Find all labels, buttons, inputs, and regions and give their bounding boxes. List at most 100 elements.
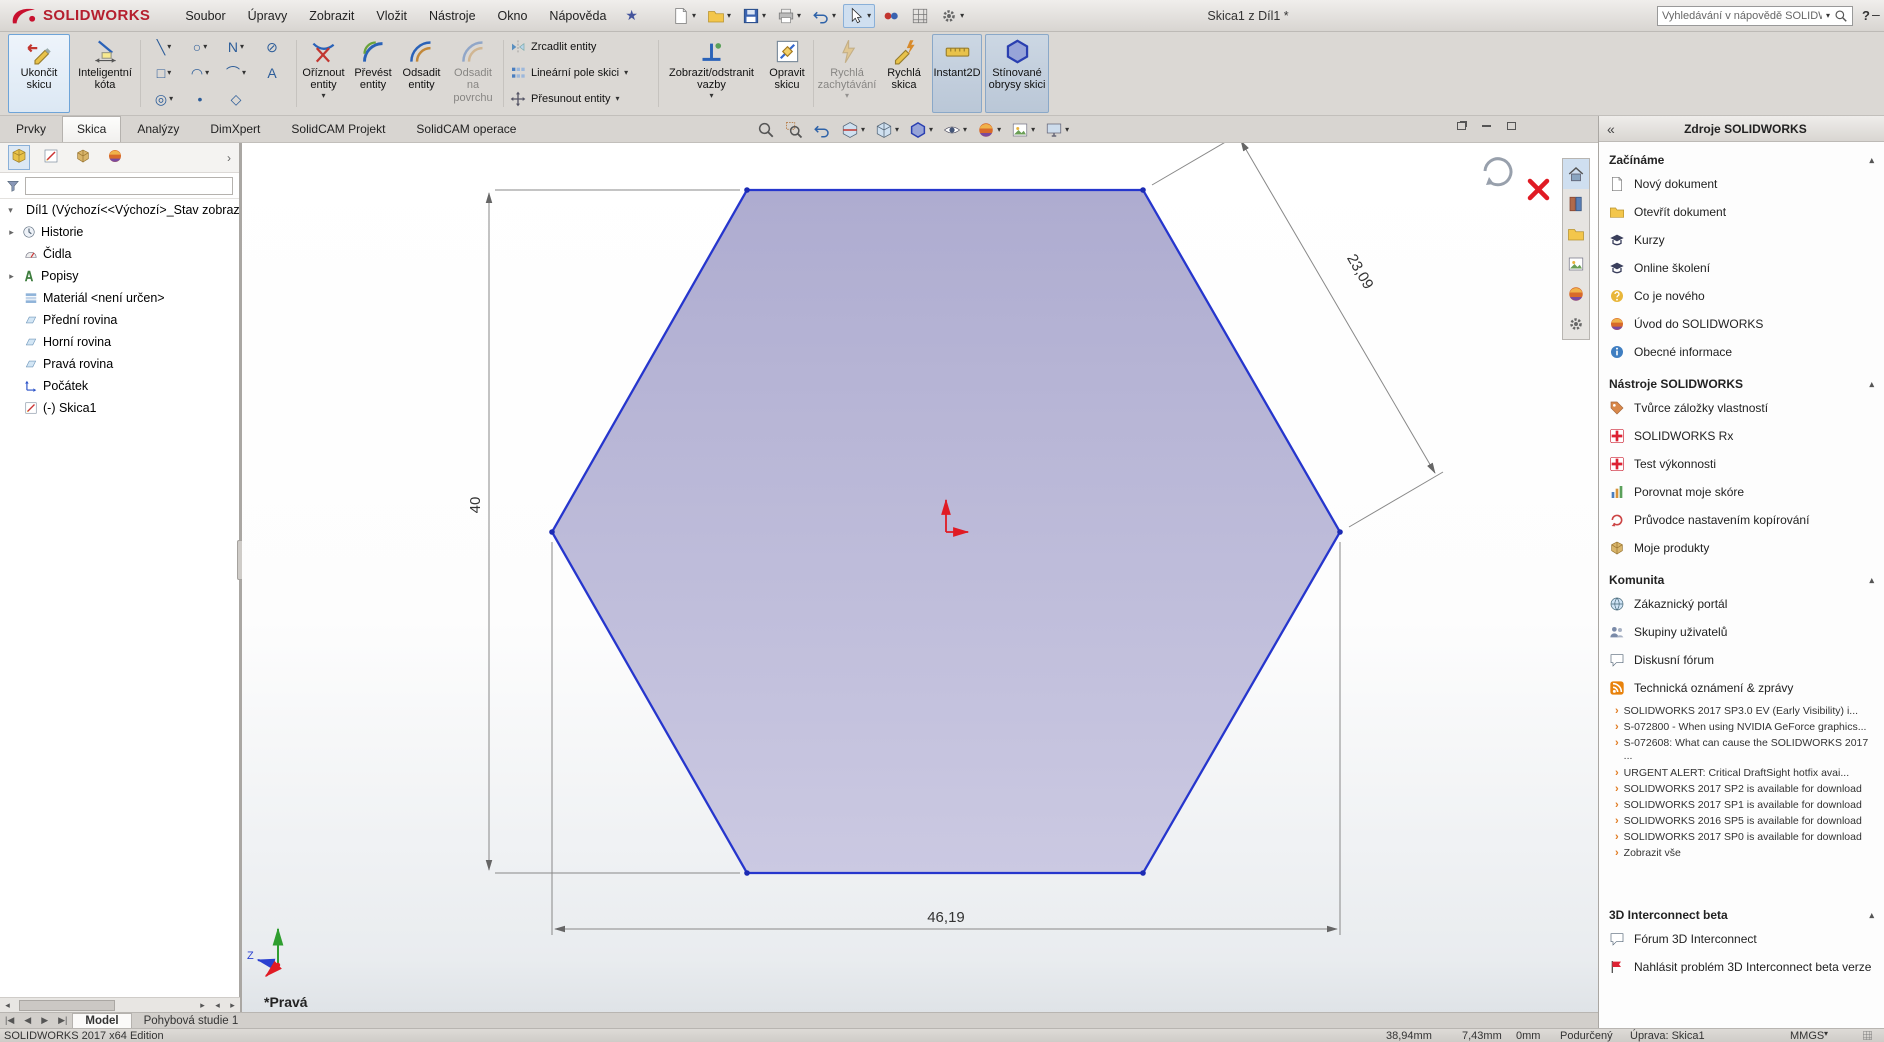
tree-filter-input[interactable]	[25, 177, 233, 195]
news-item[interactable]: ›SOLIDWORKS 2017 SP0 is available for do…	[1599, 831, 1884, 845]
tab-solidcam-projekt[interactable]: SolidCAM Projekt	[276, 116, 400, 142]
window-minimize-button[interactable]: –	[1872, 6, 1884, 22]
dropdown-caret-icon[interactable]: ▾	[205, 69, 209, 77]
status-panel-icon[interactable]	[1862, 1030, 1873, 1041]
dropdown-caret-icon[interactable]: ▾	[929, 126, 933, 134]
tab-model[interactable]: Model	[72, 1013, 131, 1028]
news-item[interactable]: ›SOLIDWORKS 2017 SP2 is available for do…	[1599, 783, 1884, 797]
view-orientation-button[interactable]: ▾	[873, 120, 901, 140]
dropdown-caret-icon[interactable]: ▾	[861, 126, 865, 134]
dropdown-caret-icon[interactable]: ▾	[169, 95, 173, 103]
link-customer-portal[interactable]: Zákaznický portál	[1599, 590, 1884, 618]
link-performance-test[interactable]: Test výkonnosti	[1599, 450, 1884, 478]
help-search-box[interactable]: ▾	[1657, 6, 1853, 26]
tree-item-sketch1[interactable]: (-) Skica1	[0, 397, 239, 419]
filter-funnel-icon[interactable]	[6, 179, 20, 193]
scroll-right-icon[interactable]: ▸	[195, 1000, 210, 1011]
chevron-up-icon[interactable]: ▴	[1869, 575, 1874, 586]
zoom-to-fit-button[interactable]	[755, 120, 777, 140]
tab-prvky[interactable]: Prvky	[1, 116, 61, 142]
prev-tab-icon[interactable]: ◀	[19, 1015, 36, 1026]
link-introduction[interactable]: Úvod do SOLIDWORKS	[1599, 310, 1884, 338]
display-delete-relations-button[interactable]: Zobrazit/odstranit vazby ▾	[663, 34, 760, 113]
dropdown-caret-icon[interactable]: ▾	[624, 69, 628, 77]
dropdown-caret-icon[interactable]: ▾	[1065, 126, 1069, 134]
tab-motion-study[interactable]: Pohybová studie 1	[132, 1013, 251, 1028]
menu-nastroje[interactable]: Nástroje	[418, 3, 487, 29]
news-item[interactable]: ›SOLIDWORKS 2016 SP5 is available for do…	[1599, 815, 1884, 829]
dropdown-caret-icon[interactable]: ▾	[963, 126, 967, 134]
search-scope-caret-icon[interactable]: ▾	[1826, 12, 1830, 20]
expand-caret-icon[interactable]: ▾	[5, 205, 16, 216]
dropdown-caret-icon[interactable]: ▾	[960, 12, 964, 20]
link-online-training[interactable]: Online školení	[1599, 254, 1884, 282]
news-item[interactable]: ›URGENT ALERT: Critical DraftSight hotfi…	[1599, 767, 1884, 781]
panel-expand-chevron-icon[interactable]: ›	[227, 151, 231, 165]
section-view-button[interactable]: ▾	[839, 120, 867, 140]
link-general-info[interactable]: Obecné informace	[1599, 338, 1884, 366]
link-open-document[interactable]: Otevřít dokument	[1599, 198, 1884, 226]
view-settings-button[interactable]: ▾	[1043, 120, 1071, 140]
dropdown-caret-icon[interactable]: ▾	[167, 69, 171, 77]
dropdown-caret-icon[interactable]: ▾	[242, 69, 246, 77]
dropdown-caret-icon[interactable]: ▾	[321, 92, 325, 100]
dropdown-caret-icon[interactable]: ▾	[167, 43, 171, 51]
view-palette-tab[interactable]	[1563, 249, 1589, 279]
doc-restore-button[interactable]	[1455, 120, 1468, 132]
menu-napoveda[interactable]: Nápověda	[538, 3, 617, 29]
spline-tool-button[interactable]: N▾	[218, 34, 254, 60]
link-3d-interconnect-report[interactable]: Nahlásit problém 3D Interconnect beta ve…	[1599, 953, 1884, 981]
splitter-right-icon[interactable]: ▸	[225, 1000, 240, 1011]
section-header-community[interactable]: Komunita ▴	[1599, 570, 1884, 590]
link-whats-new[interactable]: Co je nového	[1599, 282, 1884, 310]
link-new-document[interactable]: Nový dokument	[1599, 170, 1884, 198]
news-item[interactable]: ›SOLIDWORKS 2017 SP3.0 EV (Early Visibil…	[1599, 705, 1884, 719]
expand-caret-icon[interactable]: ▸	[6, 227, 17, 238]
shaded-sketch-contours-button[interactable]: Stínované obrysy skici	[985, 34, 1049, 113]
red-blue-toggle-button[interactable]	[878, 4, 904, 28]
display-style-button[interactable]: ▾	[907, 120, 935, 140]
pin-menu-icon[interactable]: ★	[617, 7, 646, 24]
point-tool-button[interactable]: •	[182, 86, 218, 112]
tree-item-origin[interactable]: Počátek	[0, 375, 239, 397]
link-user-groups[interactable]: Skupiny uživatelů	[1599, 618, 1884, 646]
instant2d-button[interactable]: Instant2D	[932, 34, 982, 113]
doc-maximize-button[interactable]	[1505, 120, 1518, 132]
link-copy-settings-wizard[interactable]: Průvodce nastavením kopírování	[1599, 506, 1884, 534]
help-search-input[interactable]	[1662, 10, 1822, 22]
hide-show-items-button[interactable]: ▾	[941, 120, 969, 140]
dimension-edge-value[interactable]: 23,09	[1343, 251, 1376, 292]
rectangle-tool-button[interactable]: □▾	[146, 60, 182, 86]
tree-item-history[interactable]: ▸ Historie	[0, 221, 239, 243]
sketch-canvas[interactable]: 40 46,19 23,09	[242, 143, 1598, 1012]
units-caret-icon[interactable]: ▾	[1824, 1030, 1828, 1038]
tab-skica[interactable]: Skica	[62, 116, 121, 142]
link-property-tab-builder[interactable]: Tvůrce záložky vlastností	[1599, 394, 1884, 422]
text-tool-button[interactable]: A	[254, 60, 290, 86]
undo-button[interactable]: ▾	[808, 4, 840, 28]
tab-dimxpert[interactable]: DimXpert	[195, 116, 275, 142]
select-tool-button[interactable]: ▾	[843, 4, 875, 28]
exit-sketch-button[interactable]: Ukončit skicu	[8, 34, 70, 113]
new-document-button[interactable]: ▾	[668, 4, 700, 28]
dropdown-caret-icon[interactable]: ▾	[203, 43, 207, 51]
ellipse-tool-button[interactable]: ⊘	[254, 34, 290, 60]
help-button[interactable]: ?	[1862, 8, 1870, 23]
dropdown-caret-icon[interactable]: ▾	[709, 92, 713, 100]
plane-tool-button[interactable]: ◇	[218, 86, 254, 112]
featuremanager-tab[interactable]	[8, 145, 30, 170]
tree-item-front-plane[interactable]: Přední rovina	[0, 309, 239, 331]
news-item[interactable]: ›S-072800 - When using NVIDIA GeForce gr…	[1599, 721, 1884, 735]
apply-scene-button[interactable]: ▾	[1009, 120, 1037, 140]
chevron-up-icon[interactable]: ▴	[1869, 155, 1874, 166]
menu-okno[interactable]: Okno	[487, 3, 539, 29]
tab-analyzy[interactable]: Analýzy	[122, 116, 194, 142]
displaymanager-tab[interactable]	[104, 145, 126, 170]
dropdown-caret-icon[interactable]: ▾	[895, 126, 899, 134]
search-icon[interactable]	[1834, 9, 1848, 23]
menu-soubor[interactable]: Soubor	[174, 3, 236, 29]
news-item[interactable]: ›S-072608: What can cause the SOLIDWORKS…	[1599, 737, 1884, 764]
dropdown-caret-icon[interactable]: ▾	[1031, 126, 1035, 134]
zoom-to-area-button[interactable]	[783, 120, 805, 140]
tab-solidcam-operace[interactable]: SolidCAM operace	[401, 116, 531, 142]
